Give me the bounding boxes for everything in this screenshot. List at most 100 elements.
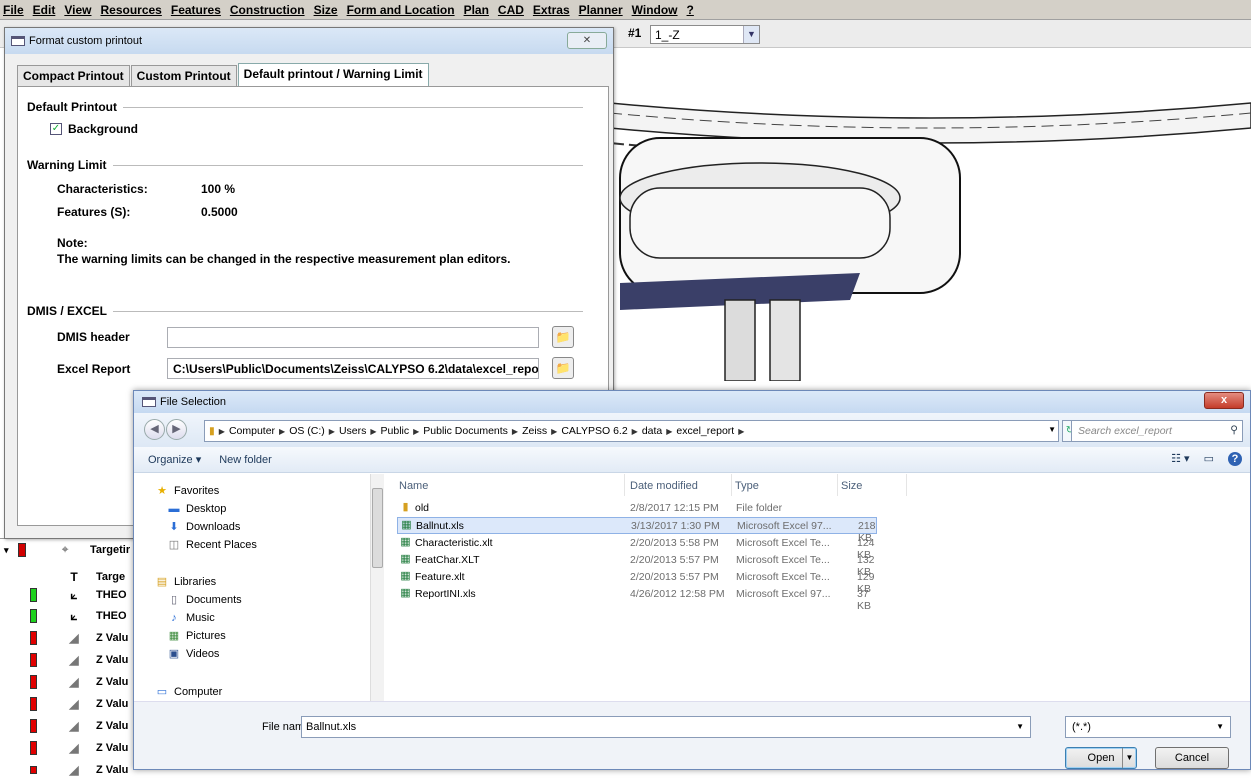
excel-report-field[interactable]: C:\Users\Public\Documents\Zeiss\CALYPSO … [167, 358, 539, 379]
excel-browse-button[interactable]: 📁 [552, 357, 574, 379]
chevron-down-icon[interactable]: ▼ [1048, 425, 1056, 434]
target-icon: ⌖ [62, 543, 69, 556]
nav-computer[interactable]: ▭ Computer [154, 683, 223, 701]
tree-row[interactable]: ⟀ THEO [0, 586, 140, 604]
tree-row[interactable]: ◢ Z Valu [0, 761, 140, 779]
breadcrumb-item[interactable]: OS (C:) [289, 425, 325, 437]
column-name[interactable]: Name [399, 474, 625, 496]
chevron-down-icon[interactable]: ▼ [1216, 722, 1224, 731]
tab-compact-printout[interactable]: Compact Printout [17, 65, 130, 86]
menu-edit[interactable]: Edit [33, 3, 56, 17]
menu-planner[interactable]: Planner [579, 3, 623, 17]
tree-row[interactable]: ◢ Z Valu [0, 695, 140, 713]
menu-resources[interactable]: Resources [100, 3, 161, 17]
file-row[interactable]: ▮ old 2/8/2017 12:15 PM File folder [397, 500, 877, 517]
forward-button[interactable]: ▶ [166, 419, 187, 440]
cad-view[interactable] [610, 48, 1251, 381]
menu-cad[interactable]: CAD [498, 3, 524, 17]
nav-label: Favorites [174, 485, 220, 497]
menu-construction[interactable]: Construction [230, 3, 305, 17]
command-bar: Organize ▾ New folder ☷ ▾ ▭ ? [134, 447, 1250, 473]
column-size[interactable]: Size [841, 474, 907, 496]
breadcrumb-item[interactable]: Public Documents [423, 425, 508, 437]
menu-help[interactable]: ? [687, 3, 694, 17]
file-row[interactable]: ▦ Characteristic.xlt 2/20/2013 5:58 PM Micr… [397, 535, 877, 561]
collapse-icon[interactable]: ▾ [4, 545, 9, 556]
dmis-header-field[interactable] [167, 327, 539, 348]
plan-combo[interactable]: 1_-Z ▼ [650, 25, 760, 44]
help-icon[interactable]: ? [1228, 452, 1242, 466]
file-row[interactable]: ▦ ReportINI.xls 4/26/2012 12:58 PM Microsof… [397, 586, 877, 612]
breadcrumb-item[interactable]: CALYPSO 6.2 [561, 425, 627, 437]
breadcrumb[interactable]: ▮ ▶ Computer ▶ OS (C:) ▶ Users ▶ Public ▶ Pub… [204, 420, 1059, 442]
back-button[interactable]: ◀ [144, 419, 165, 440]
file-type-select[interactable]: (*.*) ▼ [1065, 716, 1231, 738]
excel-file-icon: ▦ [400, 587, 411, 599]
breadcrumb-item[interactable]: Users [339, 425, 366, 437]
chevron-down-icon[interactable]: ▼ [743, 26, 759, 43]
nav-recent-places[interactable]: ◫ Recent Places [166, 536, 257, 554]
menu-features[interactable]: Features [171, 3, 221, 17]
tree-row-label: Z Valu [96, 676, 129, 688]
tree-row[interactable]: ◢ Z Valu [0, 717, 140, 735]
breadcrumb-item[interactable]: Computer [229, 425, 275, 437]
tree-header-row[interactable]: ▾ ⌖ Targetir [0, 541, 140, 559]
dialog-footer: File name: Ballnut.xls ▼ (*.*) ▼ Open ▼ … [134, 701, 1250, 769]
nav-desktop[interactable]: ▬ Desktop [166, 500, 227, 518]
nav-pictures[interactable]: ▦ Pictures [166, 627, 226, 645]
menu-extras[interactable]: Extras [533, 3, 570, 17]
nav-scrollbar[interactable] [370, 474, 384, 701]
breadcrumb-item[interactable]: Zeiss [522, 425, 547, 437]
dmis-browse-button[interactable]: 📁 [552, 326, 574, 348]
nav-videos[interactable]: ▣ Videos [166, 645, 220, 663]
nav-downloads[interactable]: ⬇ Downloads [166, 518, 240, 536]
tree-row[interactable]: ◢ Z Valu [0, 739, 140, 757]
nav-documents[interactable]: ▯ Documents [166, 591, 242, 609]
tab-default-printout[interactable]: Default printout / Warning Limit [237, 63, 429, 86]
tree-row[interactable]: ⟀ THEO [0, 607, 140, 625]
open-button[interactable]: Open ▼ [1065, 747, 1137, 769]
tab-custom-printout[interactable]: Custom Printout [130, 65, 237, 86]
chevron-down-icon[interactable]: ▼ [1122, 748, 1136, 768]
cancel-button[interactable]: Cancel [1155, 747, 1229, 769]
search-icon[interactable]: ⚲ [1230, 424, 1238, 436]
file-name-input[interactable]: Ballnut.xls ▼ [301, 716, 1031, 738]
scrollbar-thumb[interactable] [372, 488, 383, 568]
breadcrumb-item[interactable]: Public [381, 425, 410, 437]
characteristics-value: 100 % [201, 182, 236, 196]
column-date-modified[interactable]: Date modified [630, 474, 732, 496]
tree-row-label: Z Valu [96, 698, 129, 710]
tree-row[interactable]: ◢ Z Valu [0, 629, 140, 647]
chevron-down-icon[interactable]: ▼ [1016, 722, 1024, 731]
view-options-icon[interactable]: ☷ ▾ [1171, 452, 1189, 466]
breadcrumb-item[interactable]: data [642, 425, 662, 437]
nav-music[interactable]: ♪ Music [166, 609, 214, 627]
menu-plan[interactable]: Plan [464, 3, 489, 17]
nav-libraries[interactable]: ▤ Libraries [154, 573, 216, 591]
file-row[interactable]: ▦ FeatChar.XLT 2/20/2013 5:57 PM Microsoft … [397, 552, 877, 578]
menu-window[interactable]: Window [632, 3, 678, 17]
preview-pane-icon[interactable]: ▭ [1204, 452, 1214, 466]
close-button[interactable]: ✕ [567, 32, 607, 49]
tree-row[interactable]: T Targe [0, 568, 140, 586]
new-folder-button[interactable]: New folder [219, 454, 272, 466]
nav-favorites[interactable]: ★ Favorites [154, 482, 219, 500]
plan-number: #1 [628, 26, 642, 40]
menu-file[interactable]: File [3, 3, 24, 17]
background-checkbox[interactable]: ✓ [50, 123, 62, 135]
column-type[interactable]: Type [735, 474, 838, 496]
tree-row[interactable]: ◢ Z Valu [0, 651, 140, 669]
organize-button[interactable]: Organize ▾ [148, 453, 201, 466]
status-flag [30, 675, 37, 689]
file-type: Microsoft Excel Te... [736, 554, 830, 566]
tree-row[interactable]: ◢ Z Valu [0, 673, 140, 691]
file-row-selected[interactable]: ▦ Ballnut.xls 3/13/2017 1:30 PM Microsoft E… [397, 517, 877, 544]
file-row[interactable]: ▦ Feature.xlt 2/20/2013 5:57 PM Microsoft E… [397, 569, 877, 595]
menu-view[interactable]: View [64, 3, 91, 17]
menu-form-and-location[interactable]: Form and Location [347, 3, 455, 17]
feature-tree[interactable]: ▾ ⌖ Targetir T Targe ⟀ THEO ⟀ THEO ◢ Z Valu … [0, 538, 140, 777]
breadcrumb-item[interactable]: excel_report [676, 425, 734, 437]
close-button[interactable]: x [1204, 392, 1244, 409]
menu-size[interactable]: Size [314, 3, 338, 17]
search-input[interactable]: Search excel_report ⚲ [1071, 420, 1243, 442]
